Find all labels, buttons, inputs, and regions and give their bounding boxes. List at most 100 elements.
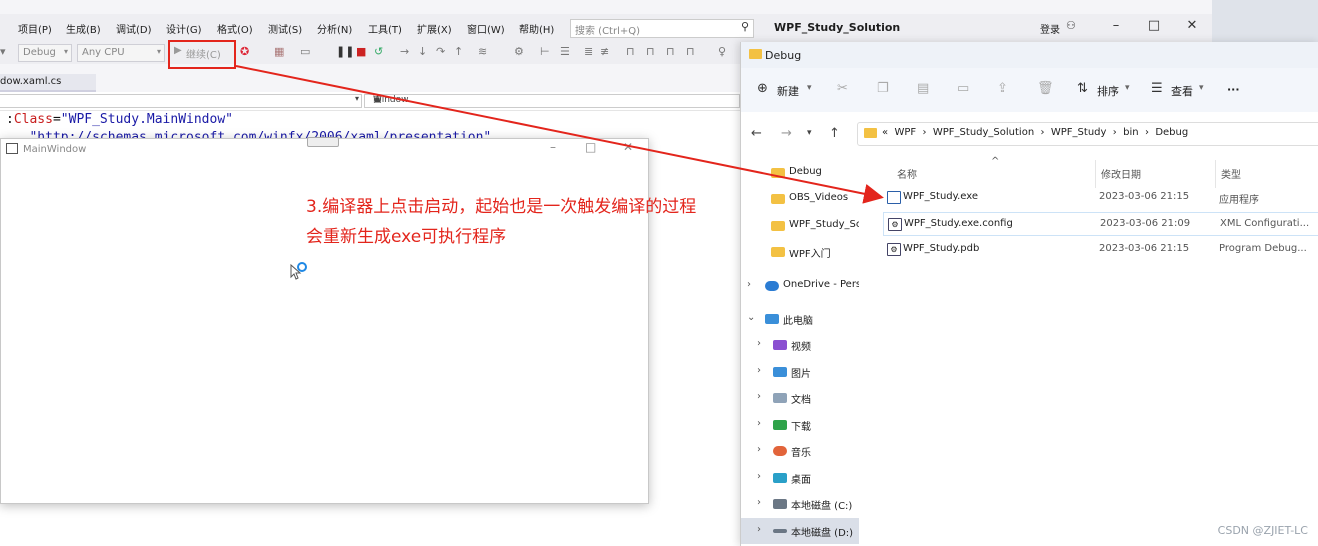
format-doc-icon[interactable]: ☰	[560, 45, 570, 58]
dropdown-arrow-icon[interactable]: ▾	[0, 45, 6, 58]
nav-label: WPF_Study_Sc	[789, 219, 860, 230]
lightbulb-icon[interactable]: ♀	[718, 45, 726, 58]
nav-item-debug[interactable]: Debug	[741, 160, 859, 186]
step-out-icon[interactable]: ↑	[454, 45, 463, 58]
share-icon[interactable]: ⇪	[997, 81, 1008, 96]
more-button[interactable]: ···	[1227, 83, 1240, 96]
breadcrumb-bin[interactable]: bin	[1123, 127, 1138, 138]
main-window-title: MainWindow	[23, 144, 87, 155]
minimize-icon[interactable]: –	[1106, 18, 1126, 33]
download-icon	[773, 420, 787, 430]
menu-design[interactable]: 设计(G)	[166, 21, 202, 36]
show-next-icon[interactable]: →	[400, 45, 409, 58]
column-name[interactable]: 名称	[897, 166, 917, 181]
nav-item-onedrive[interactable]: › OneDrive - Pers	[741, 273, 859, 299]
bookmark-next-icon[interactable]: ⊓	[666, 45, 675, 58]
nav-item-drive-d[interactable]: › 本地磁盘 (D:)	[741, 518, 859, 544]
sort-button[interactable]: 排序	[1097, 83, 1119, 99]
file-row[interactable]: ⚙ WPF_Study.pdb 2023-03-06 21:15 Program…	[883, 238, 1318, 262]
menu-debug[interactable]: 调试(D)	[116, 21, 152, 36]
maximize-icon[interactable]: □	[1144, 18, 1164, 33]
menu-build[interactable]: 生成(B)	[66, 21, 101, 36]
nav-item-wpf-study-solution[interactable]: WPF_Study_Sc	[741, 213, 859, 239]
nav-item-documents[interactable]: › 文档	[741, 385, 859, 411]
uncomment-icon[interactable]: ≢	[600, 45, 609, 58]
login-link[interactable]: 登录	[1040, 21, 1060, 36]
address-box[interactable]: « WPF › WPF_Study_Solution › WPF_Study ›…	[857, 122, 1318, 146]
stop-icon[interactable]: ■	[356, 45, 366, 58]
nav-label: 桌面	[791, 475, 811, 486]
window-icon[interactable]: ▭	[300, 45, 310, 58]
platform-combo[interactable]: Any CPU ▾	[77, 44, 165, 62]
step-into-icon[interactable]: ↓	[418, 45, 427, 58]
member-combo[interactable]: ▾	[0, 94, 362, 108]
cut-icon[interactable]: ✂	[837, 81, 848, 96]
chevron-down-icon: ▾	[1199, 83, 1204, 93]
maximize-icon[interactable]: □	[585, 140, 596, 154]
nav-item-obs-videos[interactable]: OBS_Videos	[741, 186, 859, 212]
recent-icon[interactable]: ▾	[807, 128, 812, 138]
file-row[interactable]: ⚙ WPF_Study.exe.config 2023-03-06 21:09 …	[883, 212, 1318, 236]
explorer-tab[interactable]: Debug	[741, 42, 1318, 68]
bookmark-prev-icon[interactable]: ⊓	[646, 45, 655, 58]
menu-extensions[interactable]: 扩展(X)	[417, 21, 452, 36]
rename-icon[interactable]: ▭	[957, 81, 969, 96]
threads-icon[interactable]: ≋	[478, 45, 487, 58]
nav-item-music[interactable]: › 音乐	[741, 438, 859, 464]
chevron-down-icon: ▾	[354, 94, 359, 103]
column-type[interactable]: 类型	[1221, 166, 1241, 181]
menu-window[interactable]: 窗口(W)	[467, 21, 505, 36]
step-over-icon[interactable]: ↷	[436, 45, 445, 58]
restart-icon[interactable]: ↺	[374, 45, 383, 58]
main-window-titlebar[interactable]: MainWindow – □ ✕	[1, 137, 648, 161]
minimize-icon[interactable]: –	[550, 140, 556, 154]
breadcrumb-wpf[interactable]: WPF	[894, 127, 916, 138]
folder-icon	[771, 168, 785, 178]
format-icon[interactable]: ⊢	[540, 45, 550, 58]
hot-reload-icon[interactable]: ✪	[240, 45, 249, 58]
close-icon[interactable]: ✕	[1182, 18, 1202, 33]
copy-icon[interactable]: ❐	[877, 81, 889, 96]
column-date[interactable]: 修改日期	[1101, 166, 1141, 181]
new-button[interactable]: 新建	[777, 83, 799, 99]
nav-item-this-pc[interactable]: ⌄ 此电脑	[741, 306, 859, 332]
bookmark-icon[interactable]: ⊓	[626, 45, 635, 58]
file-row[interactable]: WPF_Study.exe 2023-03-06 21:15 应用程序	[883, 186, 1318, 210]
close-icon[interactable]: ✕	[623, 140, 633, 154]
back-icon[interactable]: ←	[751, 126, 762, 141]
nav-label: OneDrive - Pers	[783, 279, 860, 290]
menu-test[interactable]: 测试(S)	[268, 21, 302, 36]
nav-item-wpf-intro[interactable]: WPF入门	[741, 239, 859, 265]
browser-icon[interactable]: ▦	[274, 45, 284, 58]
paste-icon[interactable]: ▤	[917, 81, 929, 96]
search-box[interactable]: 搜索 (Ctrl+Q) ⚲	[570, 19, 754, 38]
forward-icon[interactable]: →	[781, 126, 792, 141]
account-icon[interactable]: ⚇	[1066, 19, 1076, 32]
breadcrumb-solution[interactable]: WPF_Study_Solution	[933, 127, 1034, 138]
menu-tools[interactable]: 工具(T)	[368, 21, 402, 36]
delete-icon[interactable]: 🗑	[1037, 81, 1054, 96]
nav-item-pictures[interactable]: › 图片	[741, 359, 859, 385]
nav-item-downloads[interactable]: › 下载	[741, 412, 859, 438]
view-button[interactable]: 查看	[1171, 83, 1193, 99]
up-icon[interactable]: ↑	[829, 126, 840, 141]
nav-item-drive-c[interactable]: › 本地磁盘 (C:)	[741, 491, 859, 517]
type-combo[interactable]: ▣ Window	[364, 94, 740, 108]
pause-icon[interactable]: ❚❚	[336, 45, 354, 58]
breadcrumb-project[interactable]: WPF_Study	[1051, 127, 1107, 138]
document-tab[interactable]: dow.xaml.cs	[0, 74, 96, 92]
menu-help[interactable]: 帮助(H)	[519, 21, 554, 36]
nav-item-videos[interactable]: › 视频	[741, 332, 859, 358]
debug-toolbar-grip[interactable]	[307, 137, 339, 147]
diagnostics-icon[interactable]: ⚙	[514, 45, 524, 58]
menu-analyze[interactable]: 分析(N)	[317, 21, 352, 36]
bookmark-clear-icon[interactable]: ⊓	[686, 45, 695, 58]
config-file-icon: ⚙	[888, 218, 902, 231]
navigation-pane: Debug OBS_Videos WPF_Study_Sc WPF入门 › On…	[741, 156, 860, 546]
menu-project[interactable]: 项目(P)	[18, 21, 52, 36]
breadcrumb-debug[interactable]: Debug	[1155, 127, 1188, 138]
menu-format[interactable]: 格式(O)	[217, 21, 253, 36]
nav-item-desktop[interactable]: › 桌面	[741, 465, 859, 491]
comment-icon[interactable]: ≣	[584, 45, 593, 58]
configuration-combo[interactable]: Debug ▾	[18, 44, 72, 62]
